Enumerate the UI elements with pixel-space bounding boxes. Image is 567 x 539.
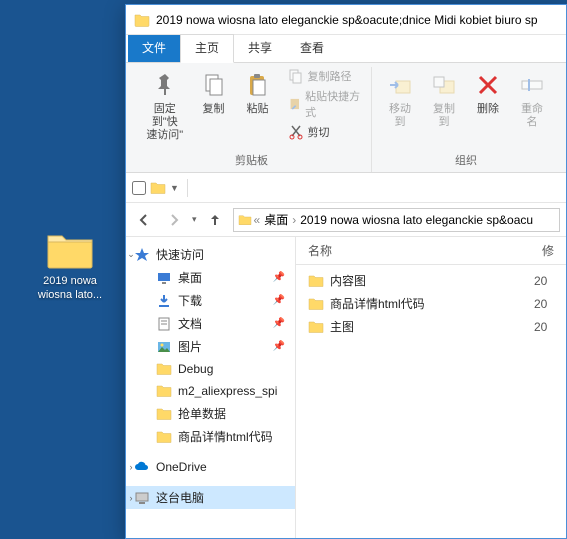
sidebar-thispc[interactable]: › 这台电脑 — [126, 486, 295, 509]
file-list-header: 名称 修 — [296, 237, 566, 265]
pin-icon: 📌 — [273, 318, 285, 329]
window-title: 2019 nowa wiosna lato eleganckie sp&oacu… — [156, 13, 538, 27]
cut-icon — [288, 124, 304, 140]
chevron-icon: « — [254, 213, 261, 227]
ribbon-group-organize: 移动到 复制到 删除 — [372, 67, 560, 172]
copypath-icon — [288, 68, 304, 84]
paste-icon — [242, 69, 274, 101]
tab-view[interactable]: 查看 — [286, 35, 338, 62]
column-name[interactable]: 名称 — [296, 242, 530, 259]
folder-icon — [238, 214, 252, 226]
folder-icon — [134, 13, 150, 27]
document-icon — [156, 316, 172, 332]
organize-group-label: 组织 — [455, 150, 477, 172]
pasteshortcut-button[interactable]: 粘贴快捷方式 — [284, 87, 365, 121]
arrow-left-icon — [136, 212, 152, 228]
desktop-folder-icon[interactable]: 2019 nowa wiosna lato... — [30, 230, 110, 302]
folder-icon — [156, 429, 172, 445]
ribbon-tabs: 文件 主页 共享 查看 — [126, 35, 566, 63]
sidebar-desktop[interactable]: 桌面 📌 — [126, 266, 295, 289]
folder-icon — [150, 181, 166, 195]
sidebar-detail[interactable]: 商品详情html代码 — [126, 425, 295, 448]
paste-button[interactable]: 粘贴 — [236, 67, 280, 118]
folder-icon — [156, 383, 172, 399]
select-all-checkbox[interactable] — [132, 181, 146, 195]
arrow-up-icon — [207, 212, 223, 228]
pin-icon: 📌 — [273, 341, 285, 352]
sidebar-downloads[interactable]: 下载 📌 — [126, 289, 295, 312]
tab-home[interactable]: 主页 — [180, 34, 234, 63]
computer-icon — [134, 490, 150, 506]
download-icon — [156, 293, 172, 309]
moveto-button[interactable]: 移动到 — [378, 67, 422, 131]
pin-icon — [149, 69, 181, 101]
caret-icon: › — [126, 462, 136, 472]
clipboard-group-label: 剪贴板 — [235, 150, 268, 172]
sidebar-debug[interactable]: Debug — [126, 358, 295, 380]
desktop-folder-label: 2019 nowa wiosna lato... — [30, 274, 110, 302]
pin-icon: 📌 — [273, 272, 285, 283]
pasteshortcut-icon — [288, 96, 302, 112]
sidebar-documents[interactable]: 文档 📌 — [126, 312, 295, 335]
folder-icon — [46, 230, 94, 270]
titlebar: 2019 nowa wiosna lato eleganckie sp&oacu… — [126, 5, 566, 35]
delete-icon — [472, 69, 504, 101]
history-dropdown-icon[interactable]: ▾ — [192, 214, 197, 225]
explorer-window: 2019 nowa wiosna lato eleganckie sp&oacu… — [125, 4, 567, 539]
star-icon — [134, 247, 150, 263]
column-modified[interactable]: 修 — [530, 242, 566, 259]
sidebar-qiang[interactable]: 抢单数据 — [126, 402, 295, 425]
content-area: ⌄ 快速访问 桌面 📌 下载 📌 文档 📌 — [126, 237, 566, 538]
list-item[interactable]: 内容图 20 — [296, 269, 566, 292]
breadcrumb-desktop[interactable]: 桌面 — [262, 211, 290, 228]
dropdown-icon[interactable]: ▼ — [170, 183, 179, 193]
chevron-right-icon: › — [292, 213, 296, 227]
cut-button[interactable]: 剪切 — [284, 123, 365, 141]
rename-button[interactable]: 重命名 — [510, 67, 554, 131]
folder-icon — [156, 361, 172, 377]
file-list: 内容图 20 商品详情html代码 20 主图 20 — [296, 265, 566, 538]
quick-toolbar: ▼ — [126, 173, 566, 203]
copyto-button[interactable]: 复制到 — [422, 67, 466, 131]
delete-button[interactable]: 删除 — [466, 67, 510, 118]
file-pane: 名称 修 内容图 20 商品详情html代码 20 主图 20 — [296, 237, 566, 538]
rename-icon — [516, 69, 548, 101]
folder-icon — [156, 406, 172, 422]
folder-icon — [308, 274, 324, 288]
copy-icon — [198, 69, 230, 101]
cloud-icon — [134, 459, 150, 475]
copyto-icon — [428, 69, 460, 101]
desktop-icon — [156, 270, 172, 286]
tab-share[interactable]: 共享 — [234, 35, 286, 62]
up-button[interactable] — [203, 208, 227, 232]
sidebar-quickaccess[interactable]: ⌄ 快速访问 — [126, 243, 295, 266]
list-item[interactable]: 商品详情html代码 20 — [296, 292, 566, 315]
copypath-button[interactable]: 复制路径 — [284, 67, 365, 85]
sidebar-onedrive[interactable]: › OneDrive — [126, 456, 295, 478]
folder-icon — [308, 297, 324, 311]
ribbon-group-clipboard: 固定到"快 速访问" 复制 粘贴 复制路 — [132, 67, 372, 172]
folder-icon — [308, 320, 324, 334]
pin-button[interactable]: 固定到"快 速访问" — [138, 67, 192, 144]
pin-icon: 📌 — [273, 295, 285, 306]
sidebar-pictures[interactable]: 图片 📌 — [126, 335, 295, 358]
tab-file[interactable]: 文件 — [128, 35, 180, 62]
pictures-icon — [156, 339, 172, 355]
back-button[interactable] — [132, 208, 156, 232]
arrow-right-icon — [166, 212, 182, 228]
list-item[interactable]: 主图 20 — [296, 315, 566, 338]
caret-icon: › — [126, 493, 136, 503]
copy-button[interactable]: 复制 — [192, 67, 236, 118]
caret-icon: ⌄ — [126, 249, 136, 260]
navigation-sidebar: ⌄ 快速访问 桌面 📌 下载 📌 文档 📌 — [126, 237, 296, 538]
ribbon: 固定到"快 速访问" 复制 粘贴 复制路 — [126, 63, 566, 173]
address-box[interactable]: « 桌面 › 2019 nowa wiosna lato eleganckie … — [233, 208, 560, 232]
address-bar: ▾ « 桌面 › 2019 nowa wiosna lato elegancki… — [126, 203, 566, 237]
moveto-icon — [384, 69, 416, 101]
breadcrumb-current[interactable]: 2019 nowa wiosna lato eleganckie sp&oacu — [298, 213, 535, 227]
separator — [187, 179, 188, 197]
sidebar-m2[interactable]: m2_aliexpress_spi — [126, 380, 295, 402]
forward-button[interactable] — [162, 208, 186, 232]
